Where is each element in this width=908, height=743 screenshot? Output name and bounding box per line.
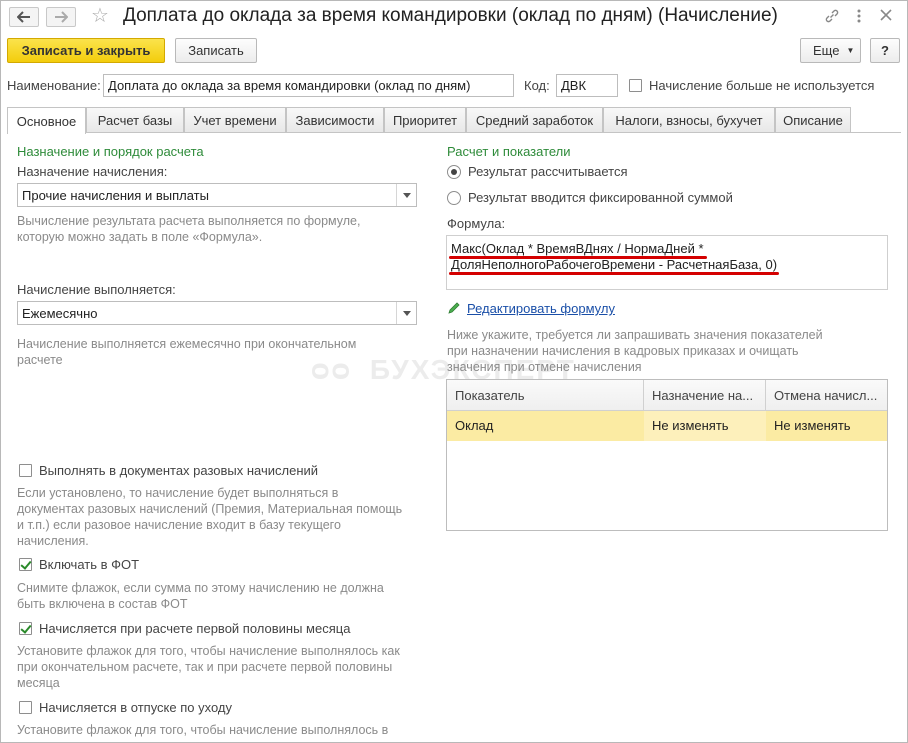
hint-line: Снимите флажок, если сумма по этому начи… [17, 581, 384, 595]
period-hint: Начисление выполняется ежемесячно при ок… [17, 336, 356, 368]
hint-line: Начисление выполняется ежемесячно при ок… [17, 337, 357, 351]
unused-label: Начисление больше не используется [649, 78, 875, 93]
hint-line: Установите флажок для того, чтобы начисл… [17, 723, 389, 737]
column-header-cancel[interactable]: Отмена начисл... [766, 380, 887, 411]
table-header: Показатель Назначение на... Отмена начис… [447, 380, 887, 411]
arrow-left-icon [17, 11, 30, 23]
tab-description[interactable]: Описание [775, 107, 851, 133]
hint-line: которую можно задать в поле «Формула». [17, 230, 263, 244]
code-label: Код: [524, 78, 550, 93]
name-label: Наименование: [7, 78, 101, 93]
formula-line-1: Макс(Оклад * ВремяВДнях / НормаДней * [451, 241, 704, 256]
forward-button[interactable] [46, 7, 76, 27]
tab-main[interactable]: Основное [7, 107, 86, 134]
radio-fixed[interactable] [447, 191, 461, 205]
hint-line: месяца [17, 676, 60, 690]
pencil-icon [447, 301, 461, 318]
indicators-table[interactable]: Показатель Назначение на... Отмена начис… [446, 379, 888, 531]
favorite-star-icon[interactable]: ☆ [91, 6, 109, 26]
save-and-close-button[interactable]: Записать и закрыть [7, 38, 165, 63]
onetime-label: Выполнять в документах разовых начислени… [39, 463, 319, 478]
tab-divider [7, 132, 901, 133]
onetime-checkbox[interactable] [19, 464, 32, 477]
purpose-select[interactable]: Прочие начисления и выплаты [17, 183, 417, 207]
hint-line: и т.п.) если разовое начисление входит в… [17, 518, 341, 532]
form-window: ☆ Доплата до оклада за время командировк… [0, 0, 908, 743]
radio-calculated-label: Результат рассчитывается [468, 164, 628, 179]
hint-line: быть включена в состав ФОТ [17, 597, 188, 611]
tab-base-calc[interactable]: Расчет базы [86, 107, 184, 133]
more-menu-icon[interactable] [850, 8, 868, 26]
hint-line: значения при отмене начисления [447, 360, 642, 374]
leave-hint: Установите флажок для того, чтобы начисл… [17, 722, 388, 738]
hint-line: Ниже укажите, требуется ли запрашивать з… [447, 328, 823, 342]
table-cell[interactable]: Оклад [447, 411, 644, 441]
hint-line: при назначении начисления в кадровых при… [447, 344, 799, 358]
hint-line: Если установлено, то начисление будет вы… [17, 486, 339, 500]
first-half-hint: Установите флажок для того, чтобы начисл… [17, 643, 400, 691]
tab-taxes[interactable]: Налоги, взносы, бухучет [603, 107, 775, 133]
tab-time-accounting[interactable]: Учет времени [184, 107, 286, 133]
table-row[interactable]: Оклад Не изменять Не изменять [447, 411, 887, 441]
column-header-assignment[interactable]: Назначение на... [644, 380, 766, 411]
hint-line: Установите флажок для того, чтобы начисл… [17, 644, 400, 658]
more-button[interactable]: Еще ▼ [800, 38, 861, 63]
back-button[interactable] [9, 7, 39, 27]
hint-line: при окончательном расчете, так и при рас… [17, 660, 393, 674]
hint-line: расчете [17, 353, 63, 367]
first-half-checkbox[interactable] [19, 622, 32, 635]
onetime-hint: Если установлено, то начисление будет вы… [17, 485, 402, 549]
annotation-underline [449, 272, 779, 275]
save-button[interactable]: Записать [175, 38, 257, 63]
code-input[interactable]: ДВК [556, 74, 618, 97]
first-half-label: Начисляется при расчете первой половины … [39, 621, 351, 636]
purpose-hint: Вычисление результата расчета выполняетс… [17, 213, 360, 245]
purpose-label: Назначение начисления: [17, 164, 168, 179]
dropdown-arrow-icon[interactable] [396, 184, 416, 206]
tab-priority[interactable]: Приоритет [384, 107, 466, 133]
arrow-right-icon [55, 11, 68, 23]
leave-checkbox[interactable] [19, 701, 32, 714]
formula-label: Формула: [447, 216, 506, 231]
period-label: Начисление выполняется: [17, 282, 176, 297]
window-title: Доплата до оклада за время командировки … [123, 5, 778, 26]
edit-formula-link[interactable]: Редактировать формулу [467, 301, 615, 316]
tab-average-earnings[interactable]: Средний заработок [466, 107, 603, 133]
table-cell[interactable]: Не изменять [766, 411, 887, 441]
help-button[interactable]: ? [870, 38, 900, 63]
leave-label: Начисляется в отпуске по уходу [39, 700, 233, 715]
table-cell[interactable]: Не изменять [644, 411, 766, 441]
title-bar: ☆ Доплата до оклада за время командировк… [1, 1, 907, 33]
fot-hint: Снимите флажок, если сумма по этому начи… [17, 580, 384, 612]
chevron-down-icon: ▼ [846, 46, 855, 55]
tab-dependencies[interactable]: Зависимости [286, 107, 384, 133]
close-icon[interactable] [877, 8, 895, 26]
hint-line: начисления. [17, 534, 89, 548]
formula-line-2: ДоляНеполногоРабочегоВремени - Расчетная… [451, 257, 778, 272]
radio-fixed-label: Результат вводится фиксированной суммой [468, 190, 733, 205]
period-value: Ежемесячно [22, 306, 98, 321]
formula-field[interactable]: Макс(Оклад * ВремяВДнях / НормаДней * До… [446, 235, 888, 290]
purpose-value: Прочие начисления и выплаты [22, 188, 209, 203]
dropdown-arrow-icon[interactable] [396, 302, 416, 324]
column-header-indicator[interactable]: Показатель [447, 380, 644, 411]
right-section-title: Расчет и показатели [447, 144, 571, 159]
fot-checkbox[interactable] [19, 558, 32, 571]
left-section-title: Назначение и порядок расчета [17, 144, 204, 159]
radio-calculated[interactable] [447, 165, 461, 179]
fot-label: Включать в ФОТ [39, 557, 140, 572]
period-select[interactable]: Ежемесячно [17, 301, 417, 325]
link-icon[interactable] [823, 8, 841, 26]
hint-line: Вычисление результата расчета выполняетс… [17, 214, 361, 228]
more-button-label: Еще [813, 43, 840, 58]
name-input[interactable]: Доплата до оклада за время командировки … [103, 74, 514, 97]
unused-checkbox[interactable] [629, 79, 642, 92]
hint-line: документах разовых начислений (Премия, М… [17, 502, 403, 516]
indicators-hint: Ниже укажите, требуется ли запрашивать з… [447, 327, 823, 375]
